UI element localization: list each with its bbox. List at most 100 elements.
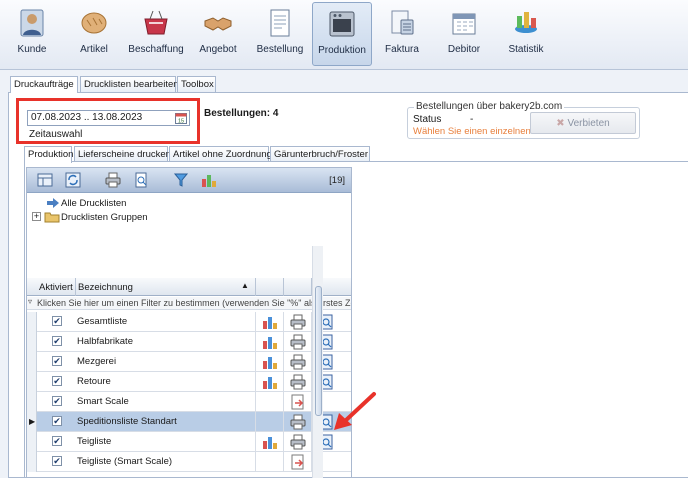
ribbon-label: Bestellung [256, 44, 304, 55]
row-name: Mezgerei [77, 356, 117, 367]
handshake-icon [204, 17, 232, 31]
table-row[interactable]: ✔ Retoure [27, 372, 351, 392]
tree-expand-icon[interactable]: + [32, 212, 41, 221]
verbieten-button[interactable]: ✖ Verbieten [530, 112, 636, 134]
row-indicator [27, 312, 37, 332]
row-action-cell [283, 332, 311, 352]
bar-chart-icon[interactable] [201, 172, 217, 188]
table-row[interactable]: ▶ ✔ Speditionsliste Standart [27, 412, 351, 432]
aktiviert-checkbox[interactable]: ✔ [52, 456, 62, 466]
bar-chart-icon[interactable] [262, 334, 278, 350]
row-action-cell [255, 352, 283, 372]
verbieten-label: Verbieten [567, 118, 610, 129]
oven-icon [329, 11, 355, 37]
bar-chart-icon[interactable] [262, 434, 278, 450]
filter-icon[interactable] [173, 172, 189, 188]
customer-icon [20, 9, 44, 37]
column-bezeichnung[interactable]: Bezeichnung [78, 282, 133, 293]
table-row[interactable]: ✔ Mezgerei [27, 352, 351, 372]
ribbon-label: Angebot [199, 44, 237, 55]
grid-scrollbar[interactable] [312, 246, 323, 478]
tab-druckauftraege[interactable]: Druckaufträge [10, 76, 78, 93]
export-icon[interactable] [290, 394, 306, 410]
row-action-cell [255, 452, 283, 472]
main-ribbon: Kunde Artikel Beschaffung Angebot Bestel… [0, 0, 688, 70]
table-row[interactable]: ✔ Teigliste (Smart Scale) [27, 452, 351, 472]
filter-row-icon: ▿ [28, 297, 33, 306]
grid-filter-row[interactable]: ▿ Klicken Sie hier um einen Filter zu be… [27, 297, 351, 310]
ribbon-beschaffung-button[interactable]: Beschaffung [126, 2, 186, 66]
row-indicator [27, 372, 37, 392]
filter-hint: Klicken Sie hier um einen Filter zu best… [37, 298, 351, 308]
ribbon-statistik-button[interactable]: Statistik [496, 2, 556, 66]
row-name: Retoure [77, 376, 111, 387]
aktiviert-checkbox[interactable]: ✔ [52, 356, 62, 366]
row-action-cell [283, 432, 311, 452]
print-preview-icon[interactable] [133, 172, 149, 188]
tree-item-drucklisten-gruppen[interactable]: Drucklisten Gruppen [61, 212, 148, 223]
row-action-cell [283, 312, 311, 332]
column-divider [283, 278, 284, 296]
calendar-icon [452, 13, 476, 35]
aktiviert-checkbox[interactable]: ✔ [52, 396, 62, 406]
basket-icon [144, 10, 168, 35]
tab-artikel-ohne-zuordnung[interactable]: Artikel ohne Zuordnung [169, 146, 272, 162]
row-action-cell [283, 372, 311, 392]
ribbon-kunde-button[interactable]: Kunde [4, 2, 60, 66]
tree-item-alle-drucklisten[interactable]: Alle Drucklisten [61, 198, 126, 209]
aktiviert-checkbox[interactable]: ✔ [52, 336, 62, 346]
status-value: - [470, 114, 474, 125]
bakery-group-title: Bestellungen über bakery2b.com [414, 101, 565, 112]
ribbon-bestellung-button[interactable]: Bestellung [252, 2, 308, 66]
ribbon-label: Kunde [17, 44, 47, 55]
tab-gaerunterbruch-froster[interactable]: Gärunterbruch/Froster [270, 146, 370, 162]
date-range-highlight: 07.08.2023 .. 13.08.2023 15 Zeitauswahl [16, 98, 200, 144]
ribbon-angebot-button[interactable]: Angebot [190, 2, 246, 66]
zeitauswahl-label: Zeitauswahl [29, 129, 83, 140]
row-action-cell [283, 412, 311, 432]
column-aktiviert[interactable]: Aktiviert [39, 282, 73, 293]
printer-icon[interactable] [290, 434, 306, 450]
refresh-icon[interactable] [65, 172, 81, 188]
ribbon-debitor-button[interactable]: Debitor [436, 2, 492, 66]
ribbon-faktura-button[interactable]: Faktura [374, 2, 430, 66]
row-indicator [27, 332, 37, 352]
row-name: Gesamtliste [77, 316, 128, 327]
printer-icon[interactable] [290, 334, 306, 350]
table-row[interactable]: ✔ Halbfabrikate [27, 332, 351, 352]
printer-icon[interactable] [290, 414, 306, 430]
tab-produktion[interactable]: Produktion [24, 146, 73, 163]
bar-chart-icon[interactable] [262, 354, 278, 370]
printer-icon[interactable] [290, 374, 306, 390]
row-indicator [27, 352, 37, 372]
invoice-icon [391, 10, 414, 35]
calendar-picker-icon[interactable]: 15 [175, 112, 187, 124]
grid-view-icon[interactable] [37, 172, 53, 188]
printer-icon[interactable] [290, 354, 306, 370]
aktiviert-checkbox[interactable]: ✔ [52, 316, 62, 326]
aktiviert-checkbox[interactable]: ✔ [52, 376, 62, 386]
row-indicator: ▶ [27, 412, 37, 432]
bar-chart-icon[interactable] [262, 374, 278, 390]
bar-chart-icon[interactable] [262, 314, 278, 330]
date-range-input[interactable]: 07.08.2023 .. 13.08.2023 15 [27, 110, 190, 126]
aktiviert-checkbox[interactable]: ✔ [52, 436, 62, 446]
row-action-cell [255, 332, 283, 352]
ribbon-artikel-button[interactable]: Artikel [66, 2, 122, 66]
tab-drucklisten-bearbeiten[interactable]: Drucklisten bearbeiten [80, 76, 179, 92]
tab-toolbox[interactable]: Toolbox [177, 76, 216, 92]
export-icon[interactable] [290, 454, 306, 470]
printer-icon[interactable] [105, 172, 121, 188]
tab-lieferscheine-drucken[interactable]: Lieferscheine drucken [74, 146, 171, 162]
ribbon-produktion-button[interactable]: Produktion [312, 2, 372, 66]
drucklisten-grid: Aktiviert Bezeichnung ▲ ▿ Klicken Sie hi… [27, 278, 351, 477]
scrollbar-thumb[interactable] [315, 286, 322, 416]
table-row[interactable]: ✔ Gesamtliste [27, 312, 351, 332]
row-name: Halbfabrikate [77, 336, 133, 347]
table-row[interactable]: ✔ Teigliste [27, 432, 351, 452]
date-range-value: 07.08.2023 .. 13.08.2023 [31, 112, 143, 123]
bestellungen-count: Bestellungen: 4 [204, 108, 279, 119]
printer-icon[interactable] [290, 314, 306, 330]
table-row[interactable]: ✔ Smart Scale [27, 392, 351, 412]
aktiviert-checkbox[interactable]: ✔ [52, 416, 62, 426]
